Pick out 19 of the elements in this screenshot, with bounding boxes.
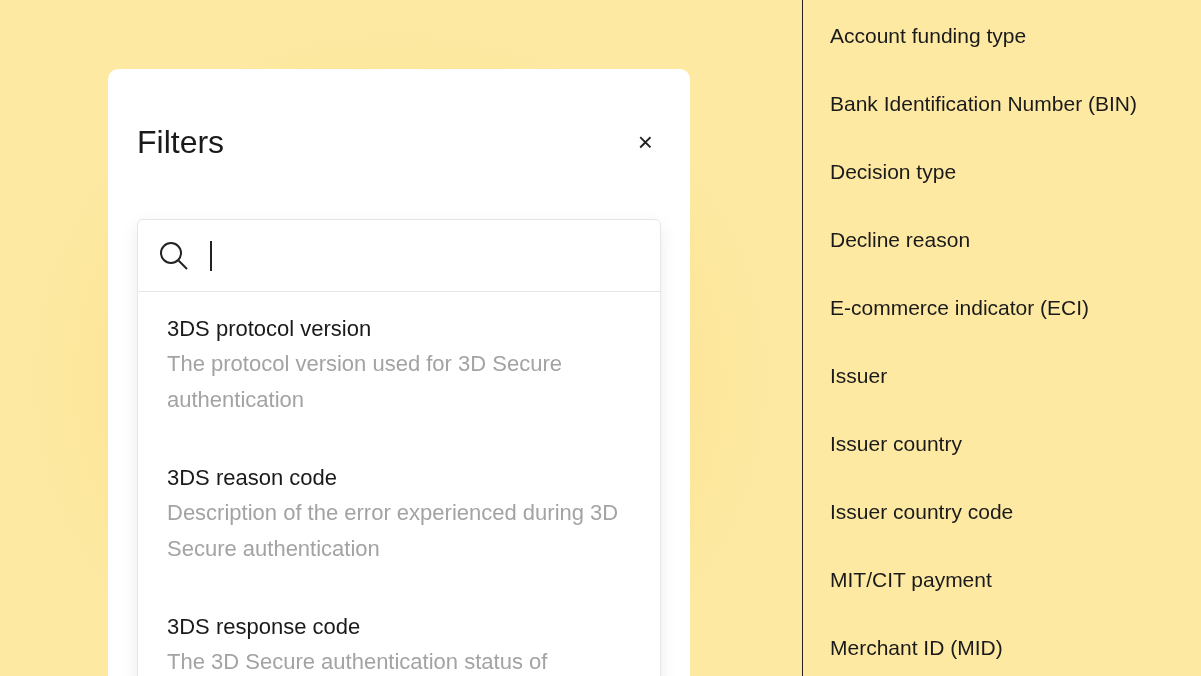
- field-name: E-commerce indicator (ECI): [830, 295, 1091, 321]
- field-name: Issuer country code: [830, 499, 1015, 525]
- field-name: Decision type: [830, 159, 958, 185]
- field-name: Decline reason: [830, 227, 972, 253]
- close-button[interactable]: ×: [635, 129, 655, 155]
- field-name: Account funding type: [830, 23, 1028, 49]
- option-title[interactable]: 3DS response code: [167, 612, 631, 642]
- field-name: MIT/CIT payment: [830, 567, 993, 593]
- field-name: Merchant ID (MID): [830, 635, 1004, 661]
- option-title[interactable]: 3DS reason code: [167, 463, 631, 493]
- panel-title: Filters: [137, 123, 225, 161]
- option-description: Description of the error experienced during 3D Secure authentication: [167, 499, 620, 563]
- option-description: The protocol version used for 3D Secure authentication: [167, 350, 563, 414]
- option-description: The 3D Secure authentication status of: [167, 648, 549, 676]
- field-name: Bank Identification Number (BIN): [830, 91, 1138, 117]
- field-name: Issuer: [830, 363, 889, 389]
- field-name: Issuer country: [830, 431, 963, 457]
- search-icon: [158, 239, 190, 272]
- option-title[interactable]: 3DS protocol version: [167, 314, 631, 344]
